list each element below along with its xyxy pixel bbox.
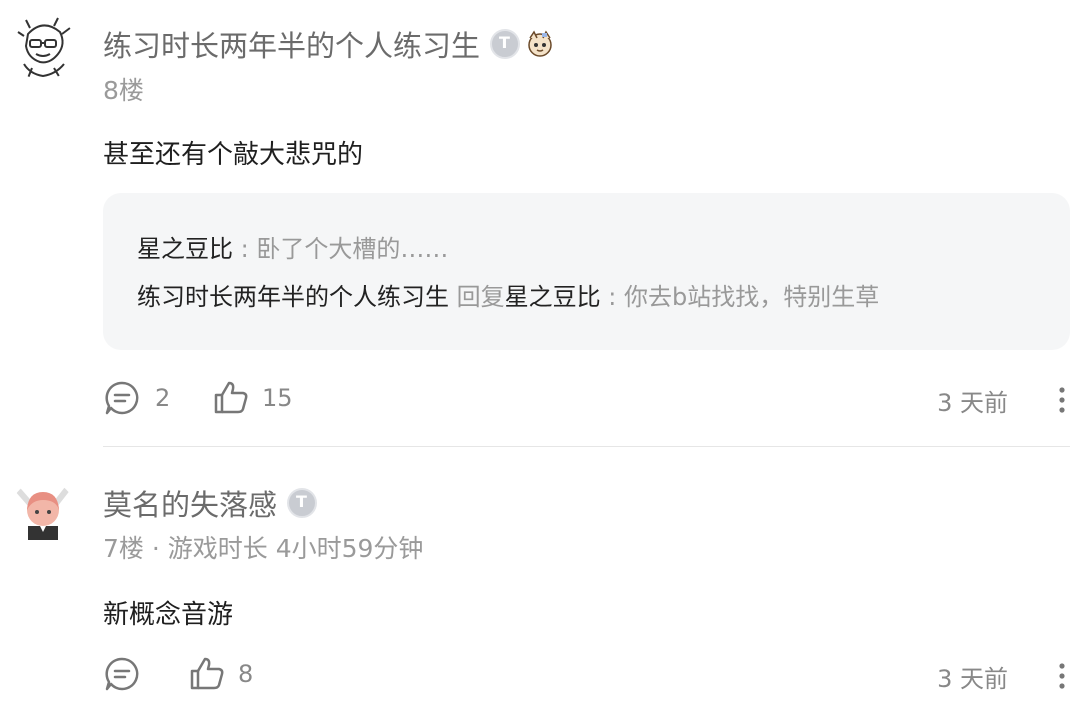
replies-box[interactable]: 星之豆比 : 卧了个大槽的…… 练习时长两年半的个人练习生 回复星之豆比 : 你…: [103, 193, 1070, 350]
reply-separator: :: [240, 235, 249, 263]
comment-bubble-icon: [105, 657, 139, 691]
level-badge-icon: T: [287, 488, 318, 518]
comment-actions: 2 15 3 天前: [0, 373, 1080, 423]
like-count: 8: [238, 660, 254, 688]
avatar[interactable]: [10, 480, 76, 546]
reply-item[interactable]: 星之豆比 : 卧了个大槽的……: [137, 229, 448, 264]
level-badge-icon: T: [490, 29, 521, 59]
floor-meta: 7楼 · 游戏时长 4小时59分钟: [103, 534, 424, 563]
comment-item: 练习时长两年半的个人练习生 T 8楼 甚至还有个敲大悲咒的 星之豆比 : 卧了个…: [0, 0, 1080, 448]
reply-target[interactable]: 星之豆比: [505, 283, 601, 311]
post-time: 3 天前: [937, 665, 1008, 693]
comment-content: 甚至还有个敲大悲咒的: [103, 140, 364, 170]
reply-item[interactable]: 练习时长两年半的个人练习生 回复星之豆比 : 你去b站找找，特别生草: [137, 277, 879, 312]
comment-content: 新概念音游: [103, 600, 234, 630]
reply-button[interactable]: 2: [103, 373, 170, 423]
avatar-sketch-icon: [10, 14, 76, 80]
comment-actions: 8 3 天前: [0, 649, 1080, 699]
like-button[interactable]: 8: [188, 649, 253, 699]
reply-button[interactable]: [103, 649, 141, 699]
thumbs-up-icon: [214, 381, 248, 414]
reply-count: 2: [155, 384, 171, 412]
avatar-anime-icon: [10, 480, 76, 546]
thumbs-up-icon: [190, 657, 224, 690]
reply-author[interactable]: 星之豆比: [137, 235, 233, 263]
reply-author[interactable]: 练习时长两年半的个人练习生: [137, 283, 449, 311]
like-count: 15: [262, 384, 293, 412]
reply-text: 卧了个大槽的……: [256, 235, 449, 263]
more-vertical-icon[interactable]: [1050, 385, 1074, 415]
comment-item: 莫名的失落感 T 7楼 · 游戏时长 4小时59分钟 新概念音游 8 3 天前: [0, 448, 1080, 713]
divider: [103, 446, 1070, 447]
reply-keyword: 回复: [456, 283, 505, 311]
username-text[interactable]: 练习时长两年半的个人练习生: [103, 23, 480, 65]
post-time: 3 天前: [937, 389, 1008, 417]
reply-text: 你去b站找找，特别生草: [624, 283, 880, 311]
floor-meta: 8楼: [103, 76, 144, 105]
more-vertical-icon[interactable]: [1050, 661, 1074, 691]
username[interactable]: 莫名的失落感 T: [103, 482, 318, 524]
like-button[interactable]: 15: [212, 373, 293, 423]
avatar[interactable]: [10, 14, 76, 80]
reply-separator: :: [608, 283, 617, 311]
pet-badge-icon: [528, 30, 552, 57]
username-text[interactable]: 莫名的失落感: [103, 482, 277, 524]
comment-bubble-icon: [105, 381, 139, 415]
username[interactable]: 练习时长两年半的个人练习生 T: [103, 23, 556, 65]
